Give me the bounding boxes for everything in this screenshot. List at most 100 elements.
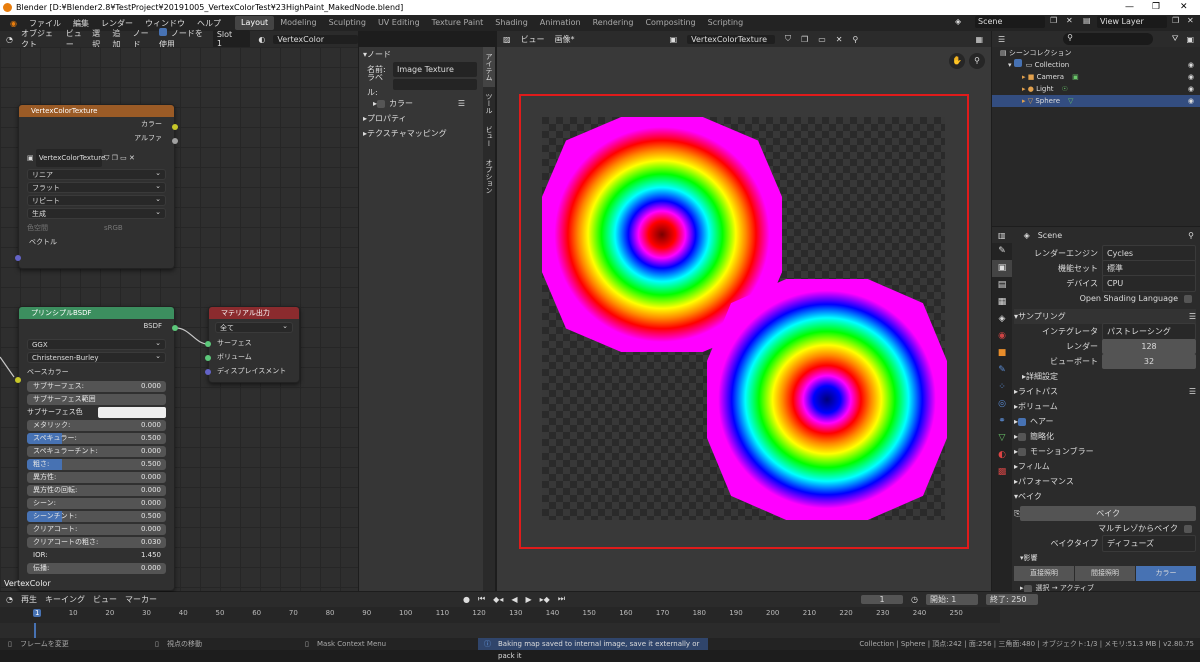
outliner-type-icon[interactable]: ☰ (998, 35, 1005, 44)
collection-visibility-icon[interactable]: ◉ (1188, 59, 1194, 71)
bsdf-field-11[interactable]: クリアコート: 0.000 (27, 524, 166, 535)
material-output-node[interactable]: マテリアル出力 全て サーフェス ボリューム ディスプレイスメント (208, 306, 300, 383)
tab-item[interactable]: アイテム (483, 47, 495, 87)
sampling-presets-icon[interactable]: ☰ (1189, 309, 1196, 324)
particles-tab-icon[interactable]: ⁘ (992, 379, 1012, 396)
bsdf-output-socket[interactable] (172, 325, 178, 331)
device-dropdown[interactable]: CPU (1102, 275, 1196, 292)
color-checkbox[interactable] (377, 99, 386, 108)
bsdf-field-4[interactable]: スペキュラー: 0.500 (27, 433, 166, 444)
bsdf-field-14[interactable]: 伝播: 0.000 (27, 563, 166, 574)
timeline-track[interactable] (0, 623, 1000, 638)
bsdf-field-8[interactable]: 異方性の回転: 0.000 (27, 485, 166, 496)
image-editor-menu-icon[interactable]: ▦ (975, 35, 983, 44)
render-samples-field[interactable]: 128 (1102, 339, 1196, 354)
bake-button[interactable]: ベイク (1020, 506, 1196, 521)
material-tab-icon[interactable]: ◐ (992, 447, 1012, 464)
outliner-item-camera[interactable]: ▸ ■ Camera ▣ ◉ (992, 71, 1200, 83)
image-menu-view[interactable]: ビュー (521, 34, 545, 45)
texture-tab-icon[interactable]: ▩ (992, 464, 1012, 481)
play-reverse-icon[interactable]: ◀ (511, 595, 517, 604)
bsdf-field-0[interactable]: サブサーフェス: 0.000 (27, 381, 166, 392)
timeline-menu-keying[interactable]: キーイング (45, 594, 85, 605)
image-new-button-icon[interactable]: ❐ (801, 35, 808, 44)
advanced-panel-header[interactable]: ▸ 詳細設定 (1014, 369, 1196, 384)
view-layer-tab-icon[interactable]: ▦ (992, 294, 1012, 311)
properties-pin-icon[interactable]: ⚲ (1188, 231, 1194, 240)
bsdf-field-12[interactable]: クリアコートの粗さ: 0.030 (27, 537, 166, 548)
modifier-tab-icon[interactable]: ✎ (992, 362, 1012, 379)
zoom-icon[interactable]: ⚲ (969, 53, 985, 69)
outliner-new-collection-icon[interactable]: ▣ (1186, 35, 1194, 44)
color-presets-icon[interactable]: ☰ (458, 96, 465, 111)
indirect-light-toggle[interactable]: 間接照明 (1075, 566, 1135, 581)
timeline-menu-marker[interactable]: マーカー (125, 594, 157, 605)
jump-keyframe-back-icon[interactable]: ◆◂ (493, 595, 503, 604)
texture-node-header[interactable]: VertexColorTexture (19, 105, 174, 117)
light-visibility-icon[interactable]: ◉ (1188, 83, 1194, 95)
texture-alpha-socket[interactable] (172, 138, 178, 144)
physics-tab-icon[interactable]: ◎ (992, 396, 1012, 413)
outliner-filter-icon[interactable]: ⛛ (1172, 34, 1179, 44)
scene-new-icon[interactable]: ❐ (1050, 16, 1057, 25)
menu-render[interactable]: レンダー (95, 18, 139, 29)
bsdf-field-7[interactable]: 異方性: 0.000 (27, 472, 166, 483)
texture-vector-socket[interactable] (15, 255, 21, 261)
bake-type-dropdown[interactable]: ディフューズ (1102, 535, 1196, 552)
render-panel-4[interactable]: ▸ モーションブラー (1014, 444, 1196, 459)
surface-socket[interactable] (205, 341, 211, 347)
render-panel-0[interactable]: ▸ ライトパス ☰ (1014, 384, 1196, 399)
workspace-tab-scripting[interactable]: Scripting (702, 16, 750, 30)
timeline-type-icon[interactable]: ◔ (6, 595, 13, 604)
world-tab-icon[interactable]: ◉ (992, 328, 1012, 345)
collection-checkbox[interactable] (1013, 59, 1022, 67)
sphere-visibility-icon[interactable]: ◉ (1188, 95, 1194, 107)
use-nodes-checkbox[interactable] (158, 28, 167, 36)
image-unlink-icon[interactable]: ✕ (129, 154, 135, 162)
outliner-search-field[interactable]: ⚲ (1063, 33, 1154, 45)
workspace-tab-uv-editing[interactable]: UV Editing (372, 16, 426, 30)
material-selector[interactable]: VertexColor (273, 34, 359, 44)
direct-light-toggle[interactable]: 直接照明 (1014, 566, 1074, 581)
image-editor-type-icon[interactable]: ▨ (503, 35, 511, 44)
jump-keyframe-forward-icon[interactable]: ▸◆ (540, 595, 550, 604)
object-tab-icon[interactable]: ■ (992, 345, 1012, 362)
distribution-dropdown[interactable]: GGX (27, 338, 166, 350)
bsdf-field-5[interactable]: スペキュラーチント: 0.000 (27, 446, 166, 457)
light-paths-presets-icon[interactable]: ☰ (1189, 384, 1196, 399)
workspace-tab-compositing[interactable]: Compositing (639, 16, 701, 30)
tab-options[interactable]: オプション (483, 153, 495, 200)
clock-icon[interactable]: ◷ (911, 595, 918, 604)
workspace-tab-shading[interactable]: Shading (489, 16, 534, 30)
image-menu-image[interactable]: 画像* (555, 34, 575, 45)
constraints-tab-icon[interactable]: ⚭ (992, 413, 1012, 430)
color-toggle[interactable]: カラー (1136, 566, 1196, 581)
tool-tab-icon[interactable]: ✎ (992, 243, 1012, 260)
playhead-line[interactable] (34, 623, 36, 638)
bsdf-field-6[interactable]: 粗さ: 0.500 (27, 459, 166, 470)
bsdf-field-9[interactable]: シーン: 0.000 (27, 498, 166, 509)
fake-user-icon[interactable]: ⛉ (104, 154, 109, 162)
view-layer-selector[interactable]: View Layer (1097, 16, 1167, 28)
workspace-tab-sculpting[interactable]: Sculpting (323, 16, 372, 30)
colorspace-value[interactable]: sRGB (104, 221, 123, 235)
texture-image[interactable] (542, 117, 947, 520)
render-panel-7[interactable]: ▾ ベイク (1014, 489, 1196, 504)
menu-file[interactable]: ファイル (23, 18, 67, 29)
image-fake-user-icon[interactable]: ⛉ (785, 34, 791, 44)
viewport-samples-field[interactable]: 32 (1102, 354, 1196, 369)
subsurface-method-dropdown[interactable]: Christensen-Burley (27, 351, 166, 363)
timeline-menu-view[interactable]: ビュー (93, 594, 117, 605)
scene-selector[interactable]: Scene (975, 16, 1045, 28)
render-panel-3[interactable]: ▸ 簡略化 (1014, 429, 1196, 444)
panel-enable-checkbox[interactable] (1018, 447, 1027, 456)
tab-view[interactable]: ビュー (483, 120, 495, 153)
menu-help[interactable]: ヘルプ (191, 18, 227, 29)
image-open-button-icon[interactable]: ▭ (818, 35, 826, 44)
output-target-dropdown[interactable]: 全て (215, 321, 293, 333)
osl-checkbox[interactable] (1184, 294, 1192, 303)
bsdf-field-3[interactable]: メタリック: 0.000 (27, 420, 166, 431)
image-datablock-field[interactable]: VertexColorTexture (687, 34, 776, 44)
outliner-item-sphere[interactable]: ▸ ▽ Sphere ▽ ◉ (992, 95, 1200, 107)
scene-remove-icon[interactable]: ✕ (1066, 16, 1073, 25)
